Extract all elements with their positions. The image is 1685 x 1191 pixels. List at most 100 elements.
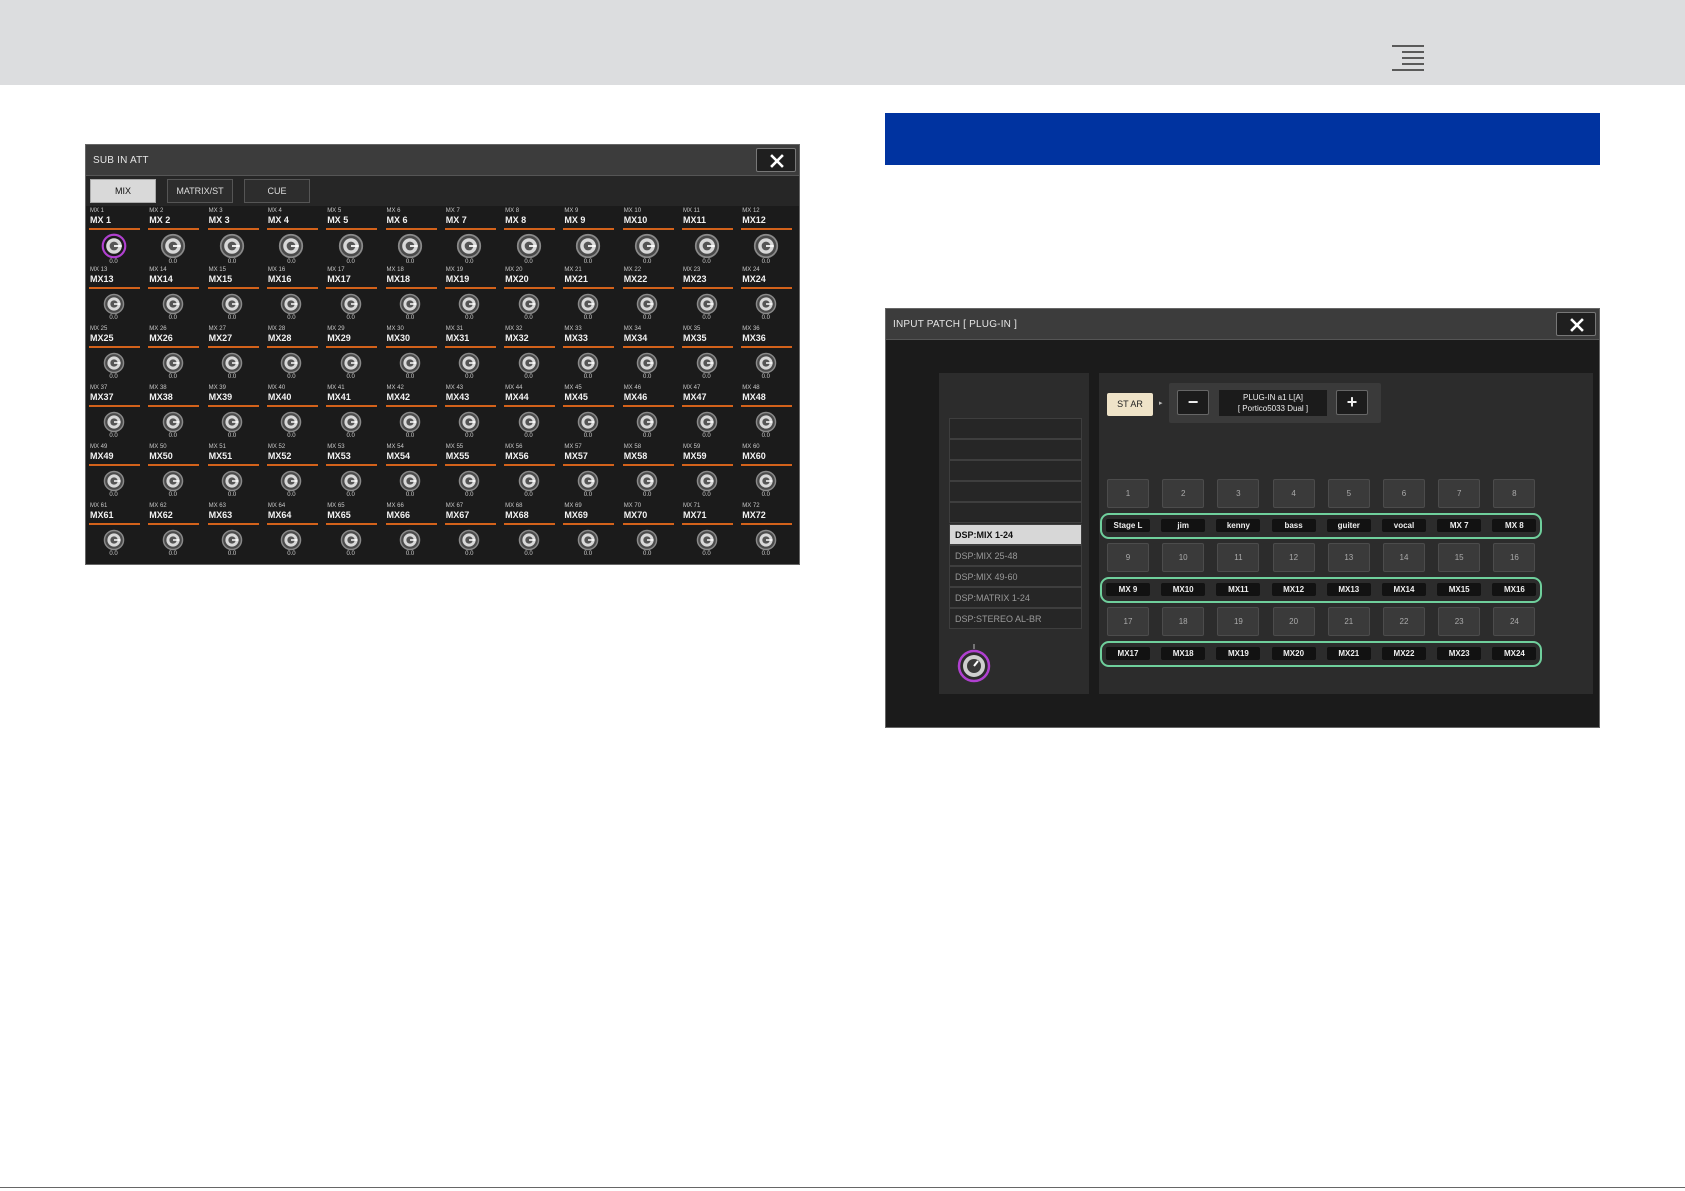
attenuation-knob[interactable] bbox=[340, 470, 362, 492]
attenuation-knob[interactable] bbox=[103, 352, 125, 374]
attenuation-knob[interactable] bbox=[221, 470, 243, 492]
attenuation-knob[interactable] bbox=[753, 233, 779, 259]
port-button[interactable]: 21 bbox=[1327, 607, 1370, 636]
port-button[interactable]: 10 bbox=[1162, 543, 1205, 572]
attenuation-knob[interactable] bbox=[696, 529, 718, 551]
attenuation-knob[interactable] bbox=[162, 470, 184, 492]
st-ar-button[interactable]: ST AR bbox=[1107, 393, 1153, 416]
port-button[interactable]: 16 bbox=[1493, 543, 1536, 572]
attenuation-knob[interactable] bbox=[577, 352, 599, 374]
attenuation-knob[interactable] bbox=[278, 233, 304, 259]
attenuation-knob[interactable] bbox=[458, 529, 480, 551]
attenuation-knob[interactable] bbox=[755, 352, 777, 374]
attenuation-knob[interactable] bbox=[221, 293, 243, 315]
attenuation-knob[interactable] bbox=[162, 293, 184, 315]
attenuation-knob[interactable] bbox=[456, 233, 482, 259]
tab-mix[interactable]: MIX bbox=[90, 179, 156, 203]
attenuation-knob[interactable] bbox=[397, 233, 423, 259]
attenuation-knob[interactable] bbox=[338, 233, 364, 259]
port-button[interactable]: 20 bbox=[1272, 607, 1315, 636]
port-button[interactable]: 23 bbox=[1438, 607, 1481, 636]
attenuation-knob[interactable] bbox=[755, 411, 777, 433]
selector-knob[interactable] bbox=[954, 644, 994, 684]
category-item[interactable] bbox=[949, 439, 1082, 461]
attenuation-knob[interactable] bbox=[399, 411, 421, 433]
attenuation-knob[interactable] bbox=[280, 352, 302, 374]
attenuation-knob[interactable] bbox=[755, 529, 777, 551]
attenuation-knob[interactable] bbox=[280, 411, 302, 433]
attenuation-knob[interactable] bbox=[280, 470, 302, 492]
port-button[interactable]: 11 bbox=[1217, 543, 1260, 572]
attenuation-knob[interactable] bbox=[577, 470, 599, 492]
attenuation-knob[interactable] bbox=[399, 293, 421, 315]
attenuation-knob[interactable] bbox=[634, 233, 660, 259]
port-button[interactable]: 15 bbox=[1438, 543, 1481, 572]
port-button[interactable]: 14 bbox=[1383, 543, 1425, 572]
attenuation-knob[interactable] bbox=[162, 411, 184, 433]
attenuation-knob[interactable] bbox=[518, 529, 540, 551]
port-button[interactable]: 19 bbox=[1217, 607, 1260, 636]
attenuation-knob[interactable] bbox=[340, 352, 362, 374]
attenuation-knob[interactable] bbox=[518, 470, 540, 492]
attenuation-knob[interactable] bbox=[696, 293, 718, 315]
attenuation-knob[interactable] bbox=[755, 470, 777, 492]
port-button[interactable]: 17 bbox=[1107, 607, 1149, 636]
category-item[interactable]: DSP:STEREO AL-BR bbox=[949, 607, 1082, 629]
attenuation-knob[interactable] bbox=[101, 233, 127, 259]
tab-cue[interactable]: CUE bbox=[244, 179, 310, 203]
port-button[interactable]: 6 bbox=[1383, 479, 1425, 508]
attenuation-knob[interactable] bbox=[694, 233, 720, 259]
attenuation-knob[interactable] bbox=[458, 411, 480, 433]
category-item[interactable] bbox=[949, 418, 1082, 439]
port-button[interactable]: 22 bbox=[1383, 607, 1425, 636]
attenuation-knob[interactable] bbox=[103, 529, 125, 551]
close-button[interactable] bbox=[756, 148, 796, 172]
attenuation-knob[interactable] bbox=[103, 293, 125, 315]
attenuation-knob[interactable] bbox=[221, 411, 243, 433]
attenuation-knob[interactable] bbox=[516, 233, 542, 259]
attenuation-knob[interactable] bbox=[340, 293, 362, 315]
attenuation-knob[interactable] bbox=[458, 293, 480, 315]
attenuation-knob[interactable] bbox=[575, 233, 601, 259]
attenuation-knob[interactable] bbox=[518, 411, 540, 433]
port-button[interactable]: 18 bbox=[1162, 607, 1205, 636]
port-button[interactable]: 24 bbox=[1493, 607, 1536, 636]
attenuation-knob[interactable] bbox=[636, 352, 658, 374]
attenuation-knob[interactable] bbox=[221, 529, 243, 551]
attenuation-knob[interactable] bbox=[280, 529, 302, 551]
port-button[interactable]: 7 bbox=[1438, 479, 1481, 508]
attenuation-knob[interactable] bbox=[577, 411, 599, 433]
attenuation-knob[interactable] bbox=[162, 352, 184, 374]
port-button[interactable]: 9 bbox=[1107, 543, 1149, 572]
port-button[interactable]: 5 bbox=[1327, 479, 1370, 508]
port-button[interactable]: 12 bbox=[1272, 543, 1315, 572]
port-button[interactable]: 8 bbox=[1493, 479, 1536, 508]
next-plugin-button[interactable]: + bbox=[1336, 390, 1368, 415]
attenuation-knob[interactable] bbox=[399, 529, 421, 551]
port-button[interactable]: 3 bbox=[1217, 479, 1260, 508]
attenuation-knob[interactable] bbox=[577, 293, 599, 315]
previous-plugin-button[interactable]: − bbox=[1177, 390, 1209, 415]
port-button[interactable]: 4 bbox=[1272, 479, 1315, 508]
attenuation-knob[interactable] bbox=[518, 293, 540, 315]
category-item[interactable]: DSP:MIX 25-48 bbox=[949, 544, 1082, 566]
attenuation-knob[interactable] bbox=[577, 529, 599, 551]
attenuation-knob[interactable] bbox=[636, 470, 658, 492]
attenuation-knob[interactable] bbox=[696, 352, 718, 374]
port-button[interactable]: 13 bbox=[1327, 543, 1370, 572]
hamburger-menu-icon[interactable] bbox=[1392, 45, 1424, 71]
category-item[interactable]: DSP:MIX 1-24 bbox=[949, 523, 1082, 545]
attenuation-knob[interactable] bbox=[103, 411, 125, 433]
category-item[interactable] bbox=[949, 502, 1082, 524]
attenuation-knob[interactable] bbox=[280, 293, 302, 315]
attenuation-knob[interactable] bbox=[458, 470, 480, 492]
attenuation-knob[interactable] bbox=[696, 411, 718, 433]
category-item[interactable]: DSP:MIX 49-60 bbox=[949, 565, 1082, 587]
attenuation-knob[interactable] bbox=[755, 293, 777, 315]
attenuation-knob[interactable] bbox=[340, 411, 362, 433]
attenuation-knob[interactable] bbox=[636, 293, 658, 315]
attenuation-knob[interactable] bbox=[103, 470, 125, 492]
close-button[interactable] bbox=[1556, 312, 1596, 336]
attenuation-knob[interactable] bbox=[636, 529, 658, 551]
attenuation-knob[interactable] bbox=[160, 233, 186, 259]
